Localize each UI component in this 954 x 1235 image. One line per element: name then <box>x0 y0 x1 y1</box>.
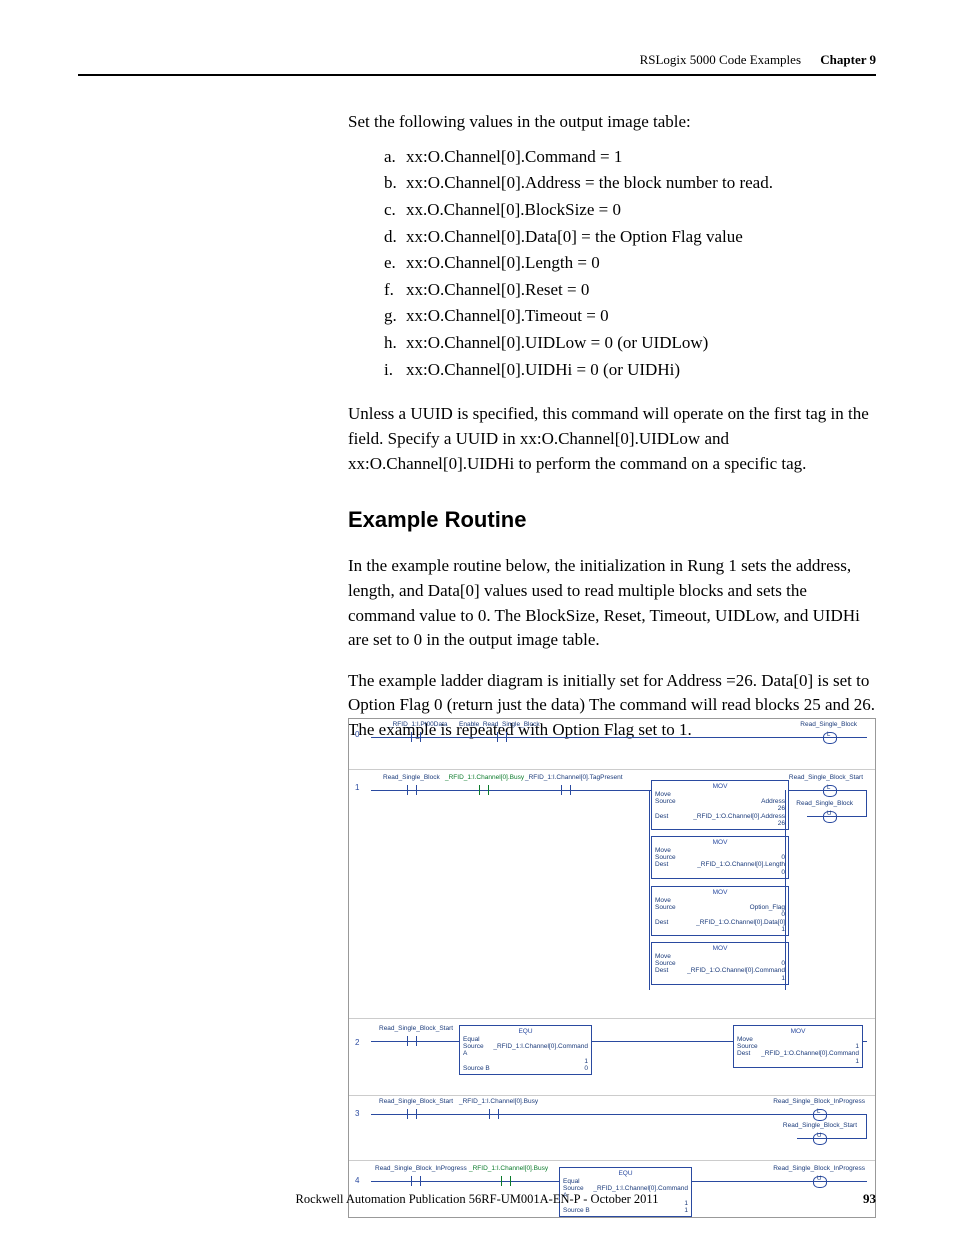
equ-instruction: EQU Equal Source A_RFID_1:I.Channel[0].C… <box>459 1025 592 1075</box>
mov-instruction: MOV Move Source0 Dest_RFID_1:O.Channel[0… <box>651 836 789 879</box>
coil-unlatch <box>813 1133 827 1145</box>
paragraph: Set the following values in the output i… <box>348 110 876 135</box>
coil-latch <box>823 785 837 797</box>
mov-instruction: MOV Move SourceAddress 26 Dest_RFID_1:O.… <box>651 780 789 830</box>
coil-unlatch <box>823 811 837 823</box>
header-chapter: Chapter 9 <box>820 52 876 67</box>
ladder-diagram: 0 _RFID_1:I.Pt00Data Enable_Read_Single_… <box>348 718 876 1218</box>
coil-unlatch <box>813 1176 827 1188</box>
coil-latch <box>823 732 837 744</box>
body-content: Set the following values in the output i… <box>348 110 876 753</box>
page-number: 93 <box>863 1191 876 1207</box>
paragraph: Unless a UUID is specified, this command… <box>348 402 876 476</box>
rung-number: 3 <box>355 1110 359 1119</box>
paragraph: In the example routine below, the initia… <box>348 554 876 653</box>
rung-number: 2 <box>355 1039 359 1048</box>
section-heading: Example Routine <box>348 504 876 536</box>
footer-publication: Rockwell Automation Publication 56RF-UM0… <box>78 1192 876 1207</box>
rung-number: 0 <box>355 731 359 740</box>
rung-number: 1 <box>355 784 359 793</box>
header-rule <box>78 74 876 76</box>
mov-instruction: MOV Move Source1 Dest_RFID_1:O.Channel[0… <box>733 1025 863 1068</box>
rung-number: 4 <box>355 1177 359 1186</box>
mov-instruction: MOV Move Source0 Dest_RFID_1:O.Channel[0… <box>651 942 789 985</box>
output-list: a.xx:O.Channel[0].Command = 1 b.xx:O.Cha… <box>384 145 876 383</box>
coil-latch <box>813 1109 827 1121</box>
header-title: RSLogix 5000 Code Examples <box>640 52 801 67</box>
mov-instruction: MOV Move SourceOption_Flag 0 Dest_RFID_1… <box>651 886 789 936</box>
